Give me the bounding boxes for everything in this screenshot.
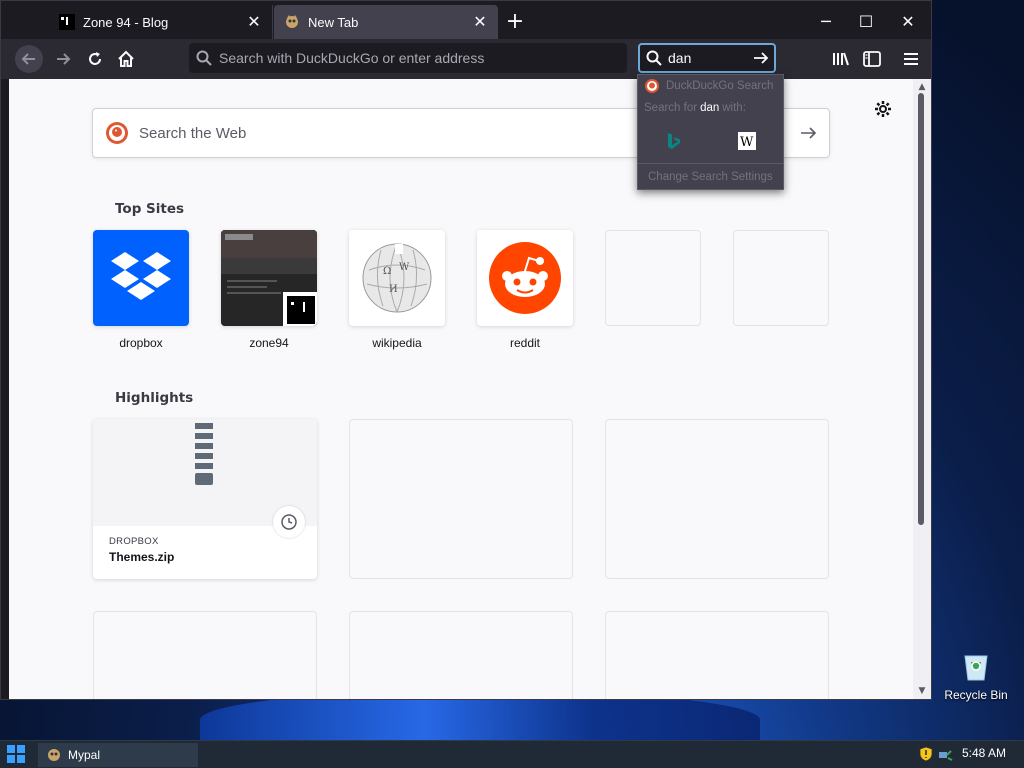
search-suggestions-popup: DuckDuckGo Search Search for dan with: W… — [637, 74, 784, 190]
svg-text:Ω: Ω — [383, 266, 391, 277]
arrow-right-icon[interactable] — [748, 50, 774, 66]
dropbox-logo-icon — [93, 230, 189, 326]
empty-tile — [733, 230, 829, 326]
scrollbar-thumb[interactable] — [918, 93, 924, 525]
change-search-settings-button[interactable]: Change Search Settings — [638, 163, 783, 189]
highlight-filename: Themes.zip — [109, 550, 175, 564]
zone94-favicon-icon — [59, 14, 75, 30]
highlight-empty — [605, 611, 829, 699]
bing-icon[interactable] — [638, 132, 711, 150]
close-icon[interactable]: ✕ — [242, 10, 266, 34]
reddit-alien-icon — [477, 230, 573, 326]
recycle-bin-label: Recycle Bin — [944, 688, 1008, 702]
taskbar: Mypal 5:48 AM — [0, 740, 1024, 768]
home-icon — [118, 50, 134, 67]
zone94-thumbnail — [221, 230, 317, 326]
wikipedia-globe-icon: Ω W И — [349, 230, 445, 326]
mypal-favicon-icon — [284, 14, 300, 30]
top-site-label: reddit — [509, 336, 541, 350]
search-engine-row[interactable]: DuckDuckGo Search — [638, 75, 783, 97]
back-button[interactable] — [15, 45, 43, 73]
search-icon — [640, 50, 668, 66]
top-site-label: wikipedia — [372, 336, 422, 350]
top-sites-heading: Top Sites — [115, 201, 185, 217]
zip-file-icon — [195, 423, 213, 485]
search-icon — [189, 50, 219, 66]
sidebar-button[interactable] — [858, 45, 886, 73]
close-icon[interactable]: ✕ — [468, 10, 492, 34]
highlight-card[interactable]: DROPBOX Themes.zip — [93, 419, 317, 579]
search-for-row: Search for dan with: — [638, 97, 783, 119]
new-tab-button[interactable]: + — [503, 9, 527, 34]
svg-text:W: W — [399, 262, 410, 273]
search-engine-label: DuckDuckGo Search — [666, 80, 774, 92]
library-icon — [833, 52, 849, 66]
empty-tile — [605, 230, 701, 326]
tab-title: New Tab — [308, 14, 359, 30]
maximize-button[interactable]: ☐ — [846, 7, 886, 35]
address-bar[interactable]: Search with DuckDuckGo or enter address — [189, 43, 627, 73]
search-input[interactable]: dan — [638, 43, 776, 73]
scroll-up-arrow[interactable]: ▲ — [915, 81, 929, 93]
top-site-empty[interactable] — [605, 230, 701, 326]
recycle-bin-icon — [959, 648, 993, 682]
minimize-button[interactable]: ─ — [806, 7, 846, 35]
top-site-reddit[interactable]: reddit — [477, 230, 573, 350]
arrow-right-icon — [57, 53, 71, 65]
search-engines-row: W — [638, 119, 783, 163]
top-site-wikipedia[interactable]: Ω W И wikipedia — [349, 230, 445, 350]
highlight-empty — [349, 419, 573, 579]
duckduckgo-icon — [105, 121, 129, 145]
arrow-left-icon — [21, 53, 35, 65]
scroll-down-arrow[interactable]: ▼ — [915, 685, 929, 697]
home-button[interactable] — [112, 45, 140, 73]
menu-button[interactable] — [897, 45, 925, 73]
security-shield-icon[interactable] — [918, 746, 934, 762]
recycle-bin[interactable]: Recycle Bin — [938, 648, 1014, 702]
search-for-suffix: with: — [722, 102, 746, 114]
duckduckgo-icon — [644, 78, 660, 94]
search-value: dan — [668, 50, 692, 66]
top-site-label: dropbox — [119, 336, 163, 350]
top-site-dropbox[interactable]: dropbox — [93, 230, 189, 350]
taskbar-item-mypal[interactable]: Mypal — [38, 743, 198, 767]
taskbar-clock[interactable]: 5:48 AM — [962, 746, 1006, 760]
library-button[interactable] — [827, 45, 855, 73]
mypal-favicon-icon — [46, 747, 62, 763]
reload-icon — [89, 52, 101, 65]
highlights-heading: Highlights — [115, 390, 194, 406]
wikipedia-w-icon[interactable]: W — [711, 132, 784, 150]
top-site-empty[interactable] — [733, 230, 829, 326]
tab-new-tab[interactable]: New Tab ✕ — [274, 5, 498, 39]
forward-button[interactable] — [49, 45, 77, 73]
network-icon[interactable] — [937, 746, 953, 762]
search-for-query: dan — [700, 102, 720, 114]
reload-button[interactable] — [81, 45, 109, 73]
arrow-right-icon[interactable] — [789, 125, 829, 141]
browser-window: Zone 94 - Blog ✕ New Tab ✕ + ─ ☐ ✕ Searc… — [0, 0, 932, 700]
gear-icon[interactable] — [873, 99, 893, 119]
top-site-label: zone94 — [249, 336, 289, 350]
windows-start-icon[interactable] — [6, 744, 26, 764]
sidebar-icon — [863, 51, 881, 67]
svg-text:И: И — [389, 284, 398, 295]
top-site-zone94[interactable]: zone94 — [221, 230, 317, 350]
tab-zone94[interactable]: Zone 94 - Blog ✕ — [49, 5, 273, 39]
highlight-empty — [93, 611, 317, 699]
highlight-empty — [605, 419, 829, 579]
taskbar-item-label: Mypal — [68, 748, 101, 762]
svg-text:W: W — [740, 135, 754, 150]
hamburger-icon — [904, 53, 918, 65]
highlight-source: DROPBOX — [109, 536, 159, 547]
tab-title: Zone 94 - Blog — [83, 14, 169, 30]
highlight-thumbnail — [93, 419, 317, 538]
search-for-prefix: Search for — [644, 102, 698, 114]
clock-icon — [273, 506, 305, 538]
close-window-button[interactable]: ✕ — [888, 7, 928, 35]
address-placeholder: Search with DuckDuckGo or enter address — [219, 50, 485, 66]
highlight-empty — [349, 611, 573, 699]
navigation-toolbar: Search with DuckDuckGo or enter address … — [1, 39, 931, 79]
tab-strip: Zone 94 - Blog ✕ New Tab ✕ + ─ ☐ ✕ — [1, 1, 931, 41]
